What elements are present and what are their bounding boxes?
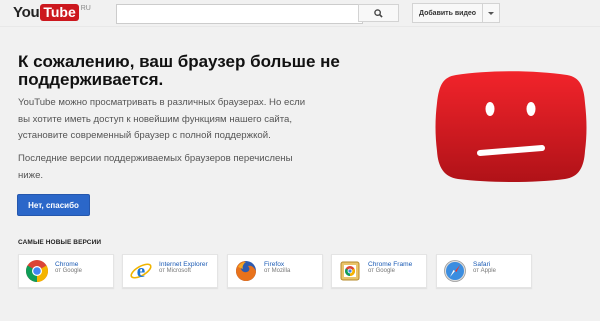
chevron-down-icon: [488, 11, 495, 15]
browsers-hint-paragraph: Последние версии поддерживаемых браузеро…: [18, 153, 293, 181]
internet-explorer-icon: e: [130, 261, 152, 282]
search-button[interactable]: [358, 4, 399, 22]
browser-name: Chrome: [55, 261, 79, 268]
upload-video-button[interactable]: Добавить видео: [412, 3, 501, 23]
browser-vendor: от Google: [368, 268, 395, 274]
chrome-frame-icon: [340, 261, 360, 281]
browser-card-chrome-frame[interactable]: Chrome Frame от Google: [331, 254, 427, 288]
browser-card-safari[interactable]: Safari от Apple: [436, 254, 532, 288]
browser-vendor: от Microsoft: [159, 268, 191, 274]
sad-tv-illustration: [435, 71, 587, 182]
svg-text:e: e: [137, 261, 145, 282]
logo-region-text: RU: [80, 4, 91, 12]
logo-you-text: You: [13, 3, 40, 21]
section-title: САМЫЕ НОВЫЕ ВЕРСИИ: [18, 239, 102, 246]
upload-dropdown-button[interactable]: [482, 4, 499, 22]
youtube-logo[interactable]: You Tube RU: [13, 3, 91, 21]
browser-vendor: от Apple: [473, 268, 496, 274]
firefox-icon: [236, 261, 256, 281]
browser-vendor: от Mozilla: [264, 268, 291, 274]
browser-vendor: от Google: [55, 268, 82, 274]
search-input[interactable]: [116, 4, 363, 24]
browser-name: Safari: [473, 261, 491, 268]
browser-name: Firefox: [264, 261, 285, 268]
browser-card-chrome[interactable]: Chrome от Google: [18, 254, 114, 288]
logo-tube-text: Tube: [40, 3, 79, 21]
intro-paragraph: YouTube можно просматривать в различных …: [18, 97, 306, 141]
search-icon: [374, 8, 383, 18]
upload-video-label: Добавить видео: [419, 9, 477, 17]
safari-icon: [444, 260, 466, 282]
no-thanks-button[interactable]: Нет, спасибо: [17, 194, 90, 216]
browser-card-internet-explorer[interactable]: e Internet Explorer от Microsoft: [122, 254, 218, 288]
masthead: You Tube RU Добавить видео: [0, 0, 600, 27]
page-title: К сожалению, ваш браузер больше не подде…: [18, 52, 340, 89]
browser-name: Internet Explorer: [159, 261, 208, 268]
chrome-icon: [26, 260, 48, 282]
browser-card-firefox[interactable]: Firefox от Mozilla: [227, 254, 323, 288]
browser-name: Chrome Frame: [368, 261, 413, 268]
